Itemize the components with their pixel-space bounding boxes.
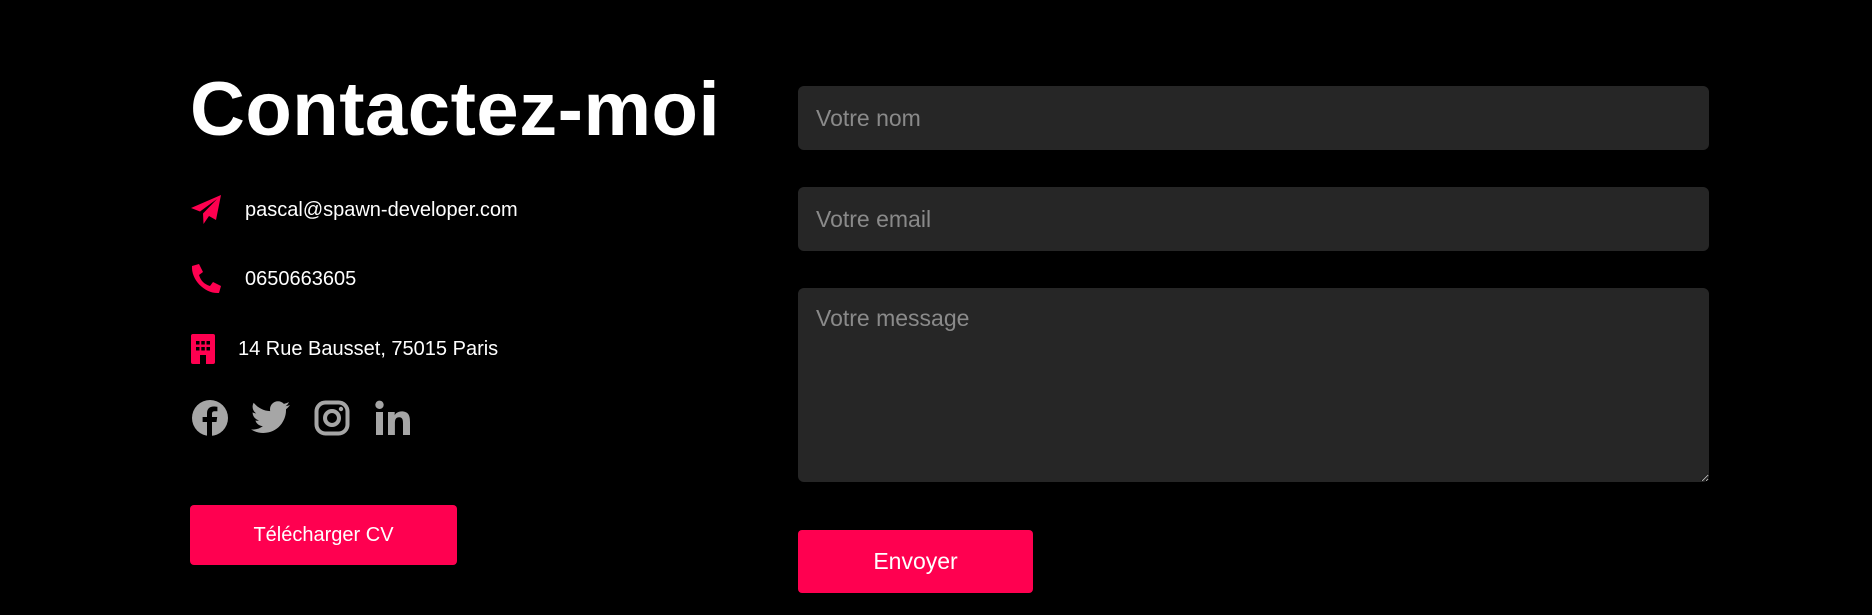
page-title: Contactez-moi — [190, 67, 721, 152]
contact-phone-text: 0650663605 — [245, 267, 357, 290]
submit-button[interactable]: Envoyer — [798, 530, 1033, 593]
facebook-icon[interactable] — [190, 398, 230, 438]
phone-icon — [190, 262, 224, 296]
contact-form: Envoyer — [798, 0, 1709, 615]
social-links — [190, 398, 434, 438]
email-input[interactable] — [798, 187, 1709, 251]
contact-email-text: pascal@spawn-developer.com — [245, 198, 518, 221]
instagram-icon[interactable] — [312, 398, 352, 438]
contact-phone-row: 0650663605 — [190, 259, 356, 299]
building-icon — [190, 332, 224, 366]
download-cv-button[interactable]: Télécharger CV — [190, 505, 457, 565]
contact-section: Contactez-moi pascal@spawn-developer.com… — [0, 0, 1872, 615]
contact-address-text: 14 Rue Bausset, 75015 Paris — [238, 337, 499, 360]
contact-email-row: pascal@spawn-developer.com — [190, 190, 518, 230]
contact-address-row: 14 Rue Bausset, 75015 Paris — [190, 329, 498, 369]
twitter-icon[interactable] — [251, 398, 291, 438]
paper-plane-icon — [190, 193, 224, 227]
name-input[interactable] — [798, 86, 1709, 150]
linkedin-icon[interactable] — [373, 398, 413, 438]
message-textarea[interactable] — [798, 288, 1709, 482]
contact-info: Contactez-moi pascal@spawn-developer.com… — [190, 0, 750, 615]
